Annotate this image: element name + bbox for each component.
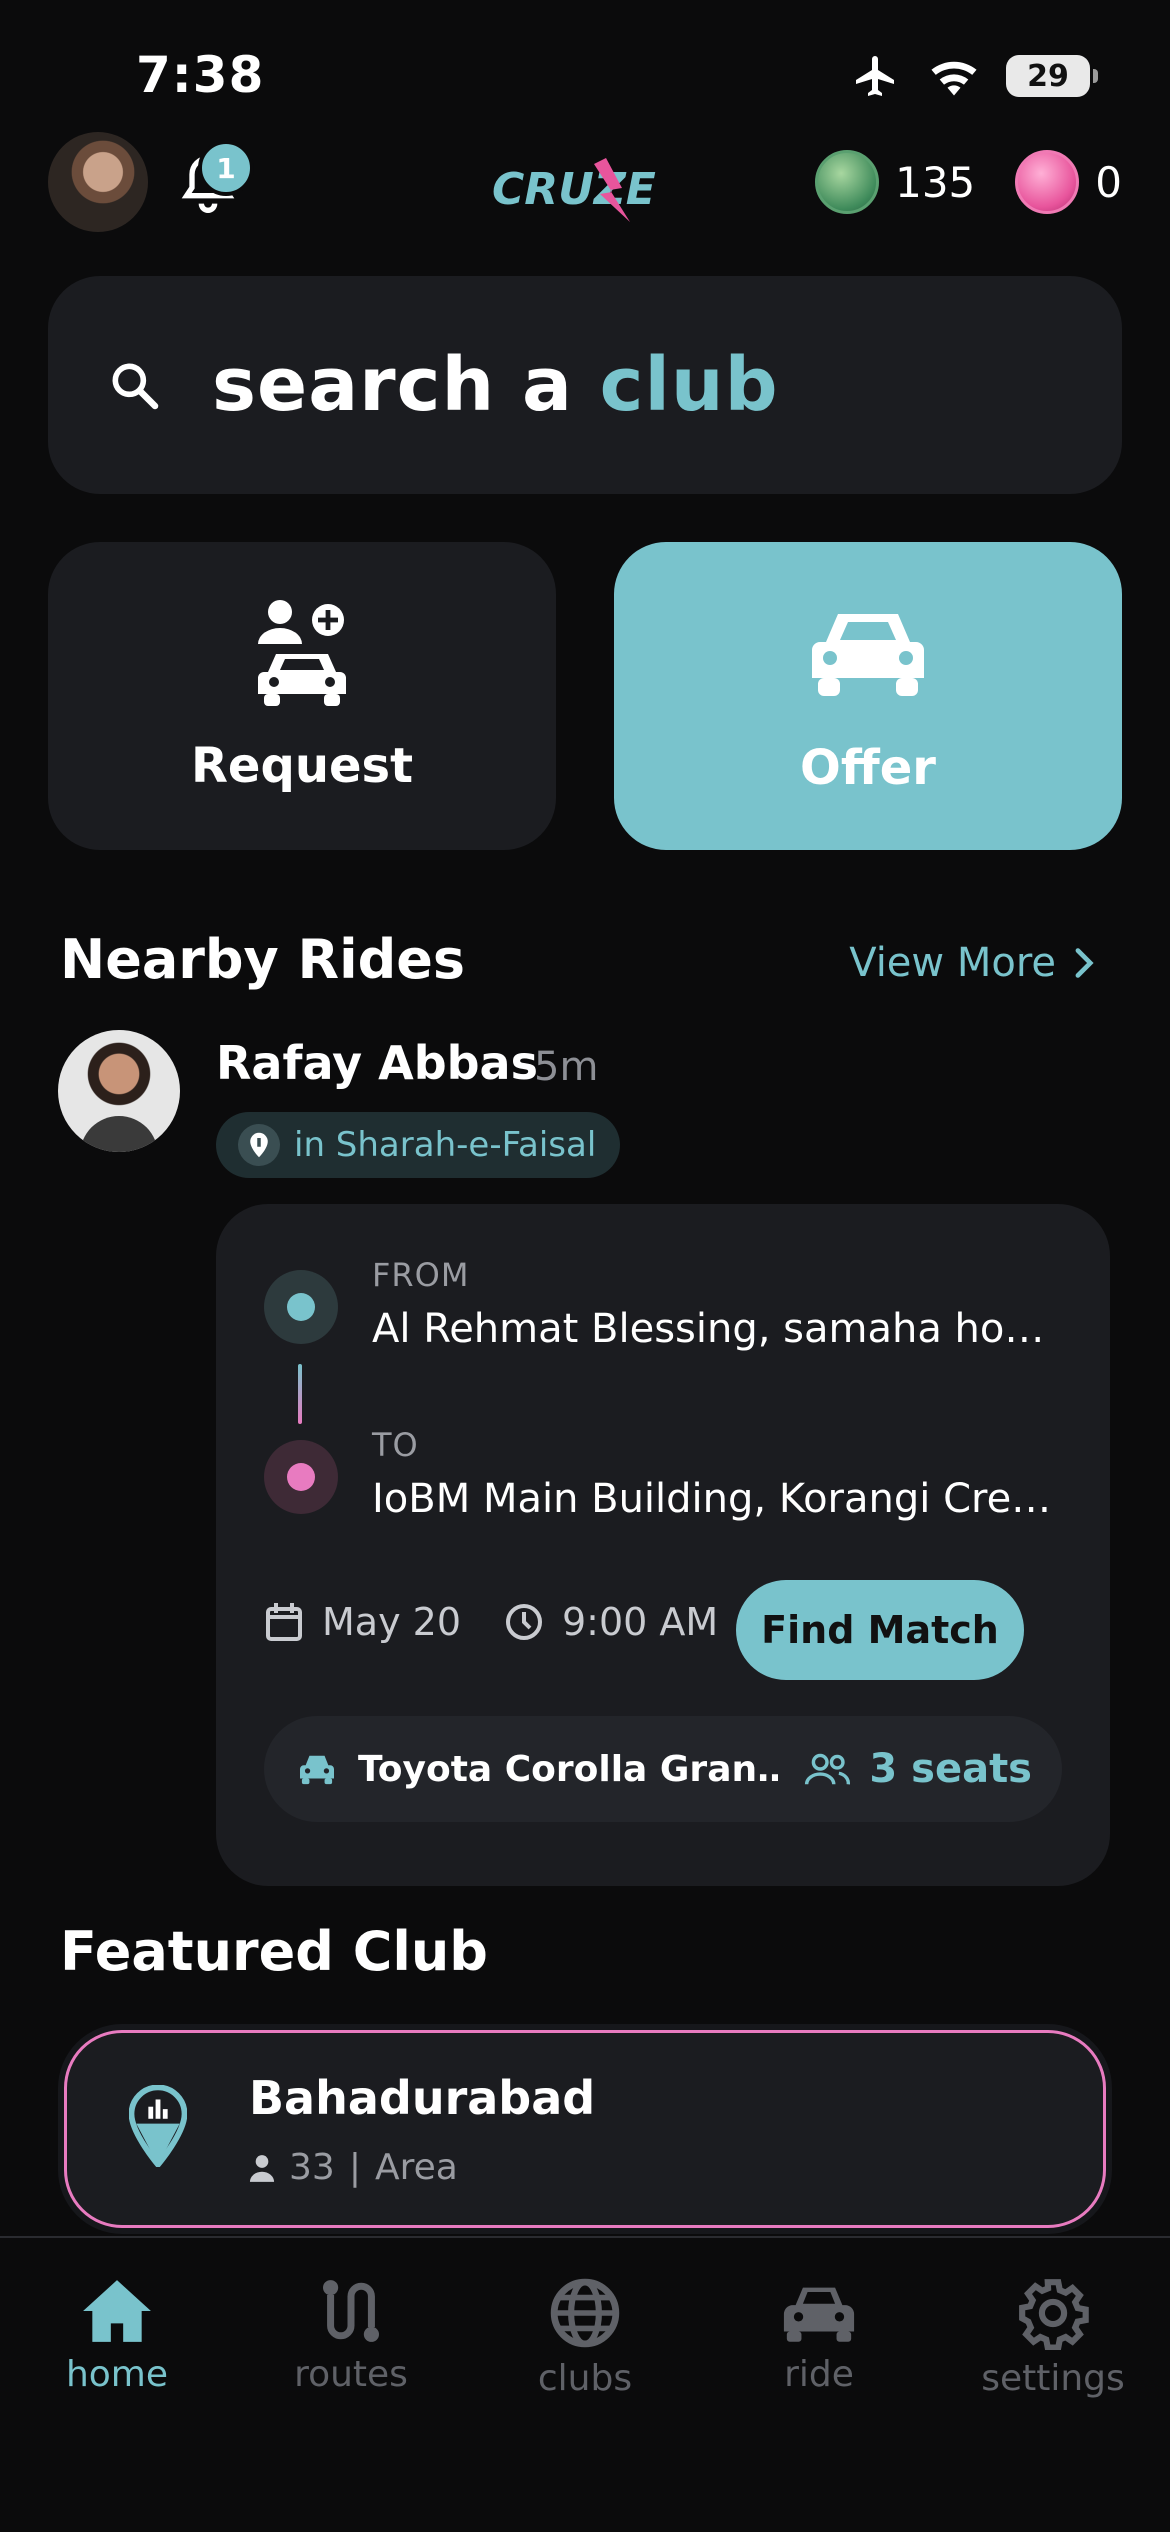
from-stop-icon — [264, 1270, 338, 1344]
bottom-nav: home routes clubs ride settings — [0, 2236, 1170, 2532]
pink-coin-count: 0 — [1095, 157, 1122, 207]
ride-time: 9:00 AM — [504, 1600, 718, 1644]
person-icon — [249, 2154, 275, 2182]
request-ride-button[interactable]: Request — [48, 542, 556, 850]
battery-indicator: 29 — [1006, 55, 1098, 97]
to-address: IoBM Main Building, Korangi Cre… — [372, 1476, 1052, 1522]
status-icons: 29 — [850, 52, 1098, 100]
club-meta: 33 | Area — [249, 2147, 458, 2188]
coin-balances: 135 0 — [815, 150, 1122, 214]
route-connector — [298, 1364, 302, 1424]
nav-settings-label: settings — [981, 2358, 1125, 2399]
clock-icon — [506, 1604, 542, 1640]
ride-posted-time: 5m — [534, 1044, 599, 1090]
car-icon — [783, 2287, 855, 2342]
nearby-rides-title: Nearby Rides — [60, 928, 466, 991]
nav-clubs-label: clubs — [537, 2358, 633, 2399]
green-coin-icon — [815, 150, 880, 214]
routes-icon — [323, 2280, 379, 2342]
search-club-bar[interactable]: search a club — [48, 276, 1122, 494]
club-member-count: 33 — [289, 2147, 335, 2188]
request-car-icon — [258, 600, 346, 706]
chevron-right-icon — [1075, 948, 1094, 978]
seats-count: 3 seats — [869, 1746, 1032, 1792]
nav-routes-label: routes — [294, 2354, 408, 2395]
club-pin-icon — [129, 2085, 187, 2167]
nav-home-label: home — [65, 2354, 169, 2395]
logo-text: CRUZE — [492, 164, 656, 215]
club-name: Bahadurabad — [249, 2071, 596, 2125]
car-icon — [300, 1755, 334, 1785]
nav-home[interactable]: home — [0, 2276, 234, 2395]
vehicle-name: Toyota Corolla Gran… — [358, 1748, 778, 1790]
nav-ride[interactable]: ride — [702, 2276, 936, 2395]
offer-label: Offer — [800, 740, 936, 796]
home-icon — [83, 2280, 151, 2342]
request-label: Request — [190, 738, 414, 794]
featured-club-card[interactable]: Bahadurabad 33 | Area — [64, 2030, 1106, 2228]
search-prefix: search a — [212, 342, 600, 428]
app-logo: CRUZE — [492, 158, 656, 222]
driver-name[interactable]: Rafay Abbas — [216, 1036, 538, 1090]
view-more-label: View More — [849, 940, 1056, 986]
green-coin-count: 135 — [895, 157, 976, 207]
club-type: Area — [374, 2147, 458, 2188]
pink-coin-icon — [1015, 150, 1080, 214]
status-time: 7:38 — [136, 46, 265, 104]
ride-date-text: May 20 — [322, 1600, 461, 1644]
nav-clubs[interactable]: clubs — [468, 2276, 702, 2399]
battery-level: 29 — [1027, 58, 1069, 94]
ride-date: May 20 — [264, 1600, 461, 1644]
from-address: Al Rehmat Blessing, samaha ho… — [372, 1306, 1045, 1352]
people-icon — [805, 1753, 851, 1785]
offer-ride-button[interactable]: Offer — [614, 542, 1122, 850]
club-meta-separator: | — [348, 2147, 361, 2188]
nav-routes[interactable]: routes — [234, 2276, 468, 2395]
to-stop-icon — [264, 1440, 338, 1514]
nav-ride-label: ride — [784, 2354, 854, 2395]
find-match-button[interactable]: Find Match — [736, 1580, 1024, 1680]
search-placeholder: search a club — [212, 342, 779, 428]
search-icon — [112, 363, 159, 410]
gear-icon — [1019, 2279, 1089, 2351]
search-accent-word: club — [599, 342, 779, 428]
from-label: FROM — [372, 1256, 470, 1294]
vehicle-info-bar: Toyota Corolla Gran… 3 seats — [264, 1716, 1062, 1822]
location-pin-icon — [238, 1124, 280, 1166]
notification-badge: 1 — [198, 140, 254, 196]
seats-info: 3 seats — [803, 1746, 1032, 1792]
nav-settings[interactable]: settings — [936, 2276, 1170, 2399]
view-more-link[interactable]: View More — [849, 940, 1096, 986]
offer-car-icon — [812, 614, 924, 696]
calendar-icon — [266, 1603, 302, 1641]
wifi-icon — [931, 61, 977, 96]
featured-club-title: Featured Club — [60, 1920, 488, 1983]
ride-time-text: 9:00 AM — [562, 1600, 719, 1644]
globe-icon — [550, 2278, 620, 2348]
profile-avatar[interactable] — [48, 132, 148, 232]
ride-location-text: in Sharah-e-Faisal — [294, 1125, 597, 1165]
to-label: TO — [372, 1426, 419, 1464]
ride-location-pill: in Sharah-e-Faisal — [216, 1112, 621, 1178]
airplane-icon — [856, 56, 894, 96]
driver-avatar[interactable] — [58, 1030, 180, 1152]
